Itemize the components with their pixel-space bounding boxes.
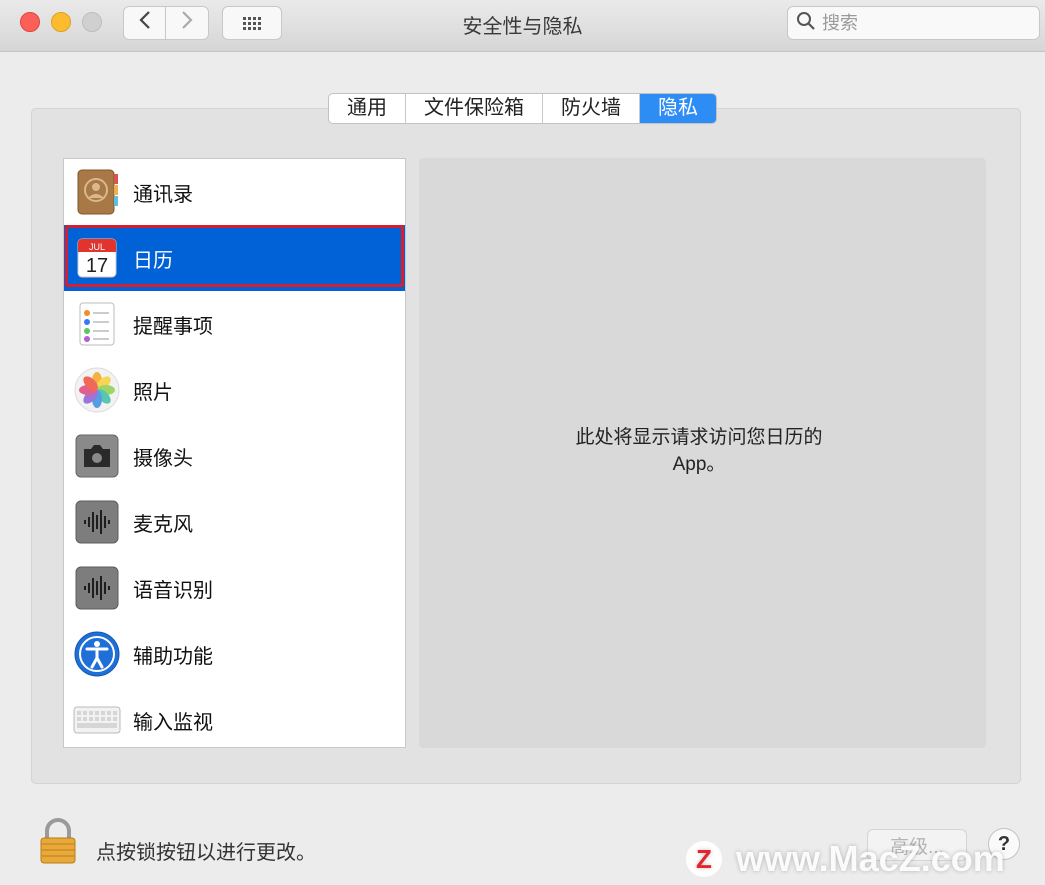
- reminders-icon: [73, 300, 121, 348]
- list-item-label: 提醒事项: [133, 315, 213, 338]
- empty-state-message: 此处将显示请求访问您日历的App。: [575, 427, 823, 475]
- list-item-label: 麦克风: [133, 513, 193, 536]
- list-item-contacts[interactable]: 通讯录: [64, 159, 405, 225]
- list-item-photos[interactable]: 照片: [64, 357, 405, 423]
- list-item-label: 辅助功能: [133, 645, 213, 668]
- list-item-microphone[interactable]: 麦克风: [64, 489, 405, 555]
- list-item-label: 照片: [133, 381, 173, 404]
- watermark: Z www.MacZ.com: [686, 838, 1005, 880]
- list-item-calendar[interactable]: JUL 17 日历: [64, 225, 405, 291]
- lock-icon: [40, 818, 76, 864]
- list-item-reminders[interactable]: 提醒事项: [64, 291, 405, 357]
- title-bar: 安全性与隐私: [0, 0, 1045, 52]
- tab-general[interactable]: 通用: [329, 94, 406, 123]
- lock-button[interactable]: [38, 817, 78, 865]
- search-icon: [796, 11, 816, 36]
- microphone-icon: [73, 498, 121, 546]
- tab-filevault[interactable]: 文件保险箱: [406, 94, 543, 123]
- calendar-icon: JUL 17: [73, 234, 121, 282]
- search-input[interactable]: [822, 12, 1022, 34]
- app-permission-list: 此处将显示请求访问您日历的App。: [419, 158, 986, 748]
- watermark-logo: Z: [686, 841, 722, 877]
- contacts-icon: [73, 168, 121, 216]
- list-item-label: 摄像头: [133, 447, 193, 470]
- svg-text:JUL: JUL: [89, 242, 105, 252]
- list-item-label: 语音识别: [133, 579, 213, 602]
- watermark-text: www.MacZ.com: [736, 838, 1005, 879]
- speech-recognition-icon: [73, 564, 121, 612]
- tab-firewall[interactable]: 防火墙: [543, 94, 640, 123]
- list-item-camera[interactable]: 摄像头: [64, 423, 405, 489]
- list-item-label: 日历: [133, 249, 173, 272]
- privacy-category-list[interactable]: 通讯录 JUL 17 日历 提醒事项 照片 摄像头 麦克风 语音识别 辅助功能 …: [63, 158, 406, 748]
- list-item-speech-recognition[interactable]: 语音识别: [64, 555, 405, 621]
- keyboard-icon: [73, 696, 121, 744]
- list-item-label: 输入监视: [133, 711, 213, 734]
- list-item-input-monitoring[interactable]: 输入监视: [64, 687, 405, 747]
- accessibility-icon: [73, 630, 121, 678]
- photos-icon: [73, 366, 121, 414]
- lock-hint-text: 点按锁按钮以进行更改。: [96, 842, 316, 864]
- svg-text:17: 17: [86, 255, 108, 277]
- list-item-accessibility[interactable]: 辅助功能: [64, 621, 405, 687]
- list-item-label: 通讯录: [133, 183, 193, 206]
- tab-privacy[interactable]: 隐私: [640, 94, 716, 123]
- camera-icon: [73, 432, 121, 480]
- tab-bar: 通用 文件保险箱 防火墙 隐私: [328, 93, 717, 124]
- search-field[interactable]: [787, 6, 1040, 40]
